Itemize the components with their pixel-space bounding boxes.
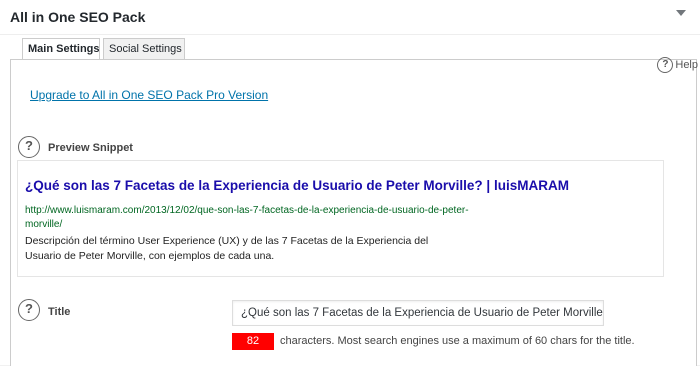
char-count-hint: characters. Most search engines use a ma… [280,335,635,347]
snippet-url: http://www.luismaram.com/2013/12/02/que-… [25,205,469,230]
question-circle-icon: ? [657,57,674,73]
snippet-title: ¿Qué son las 7 Facetas de la Experiencia… [25,178,569,193]
char-count-badge: 82 [232,333,274,350]
upgrade-pro-link[interactable]: Upgrade to All in One SEO Pack Pro Versi… [30,88,268,102]
triangle-down-icon[interactable] [676,10,686,16]
question-circle-icon[interactable]: ? [18,299,40,321]
preview-snippet-box: ¿Qué son las 7 Facetas de la Experiencia… [17,160,664,277]
metabox-title: All in One SEO Pack [10,9,146,25]
help-link[interactable]: ? Help [657,57,698,73]
help-label: Help [675,59,698,71]
preview-snippet-label: Preview Snippet [48,142,133,154]
tab-main-settings[interactable]: Main Settings [22,38,100,60]
snippet-description: Descripción del término User Experience … [25,235,429,262]
tab-social-settings[interactable]: Social Settings [103,38,185,59]
title-input[interactable]: ¿Qué son las 7 Facetas de la Experiencia… [232,300,604,326]
seo-metabox: All in One SEO Pack Main Settings Social… [0,0,700,366]
metabox-header[interactable]: All in One SEO Pack [0,0,700,35]
title-label: Title [48,306,71,318]
question-circle-icon[interactable]: ? [18,136,40,158]
